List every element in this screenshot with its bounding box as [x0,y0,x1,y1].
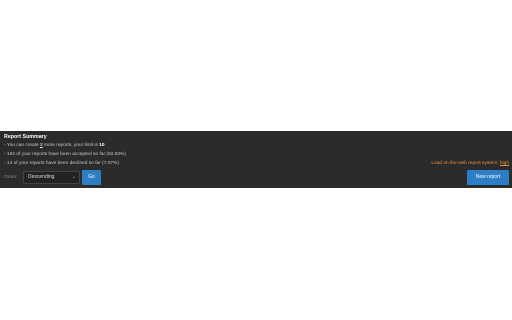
accepted-reports-text: - 184 of your reports have been accepted… [4,152,126,157]
report-limit-text: - You can create 2 more reports, your li… [4,143,105,148]
order-selected-value: Descending [28,174,55,180]
order-select[interactable]: Descending ⌄ [23,171,80,184]
report-summary-title: Report Summary [4,134,47,140]
declined-reports-text: - 14 of your reports have been declined … [4,161,119,166]
system-load-status: Load on the web report system: high [431,161,509,166]
system-load-level-link[interactable]: high [500,161,509,166]
report-limit-value: 10 [99,143,105,148]
chevron-down-icon: ⌄ [71,174,76,180]
new-report-button[interactable]: New report [467,170,509,185]
system-load-label: Load on the web report system: [431,161,500,166]
order-label: Order: [4,175,18,180]
go-button[interactable]: Go [82,170,101,185]
report-summary-panel: Report Summary - You can create 2 more r… [0,131,512,188]
